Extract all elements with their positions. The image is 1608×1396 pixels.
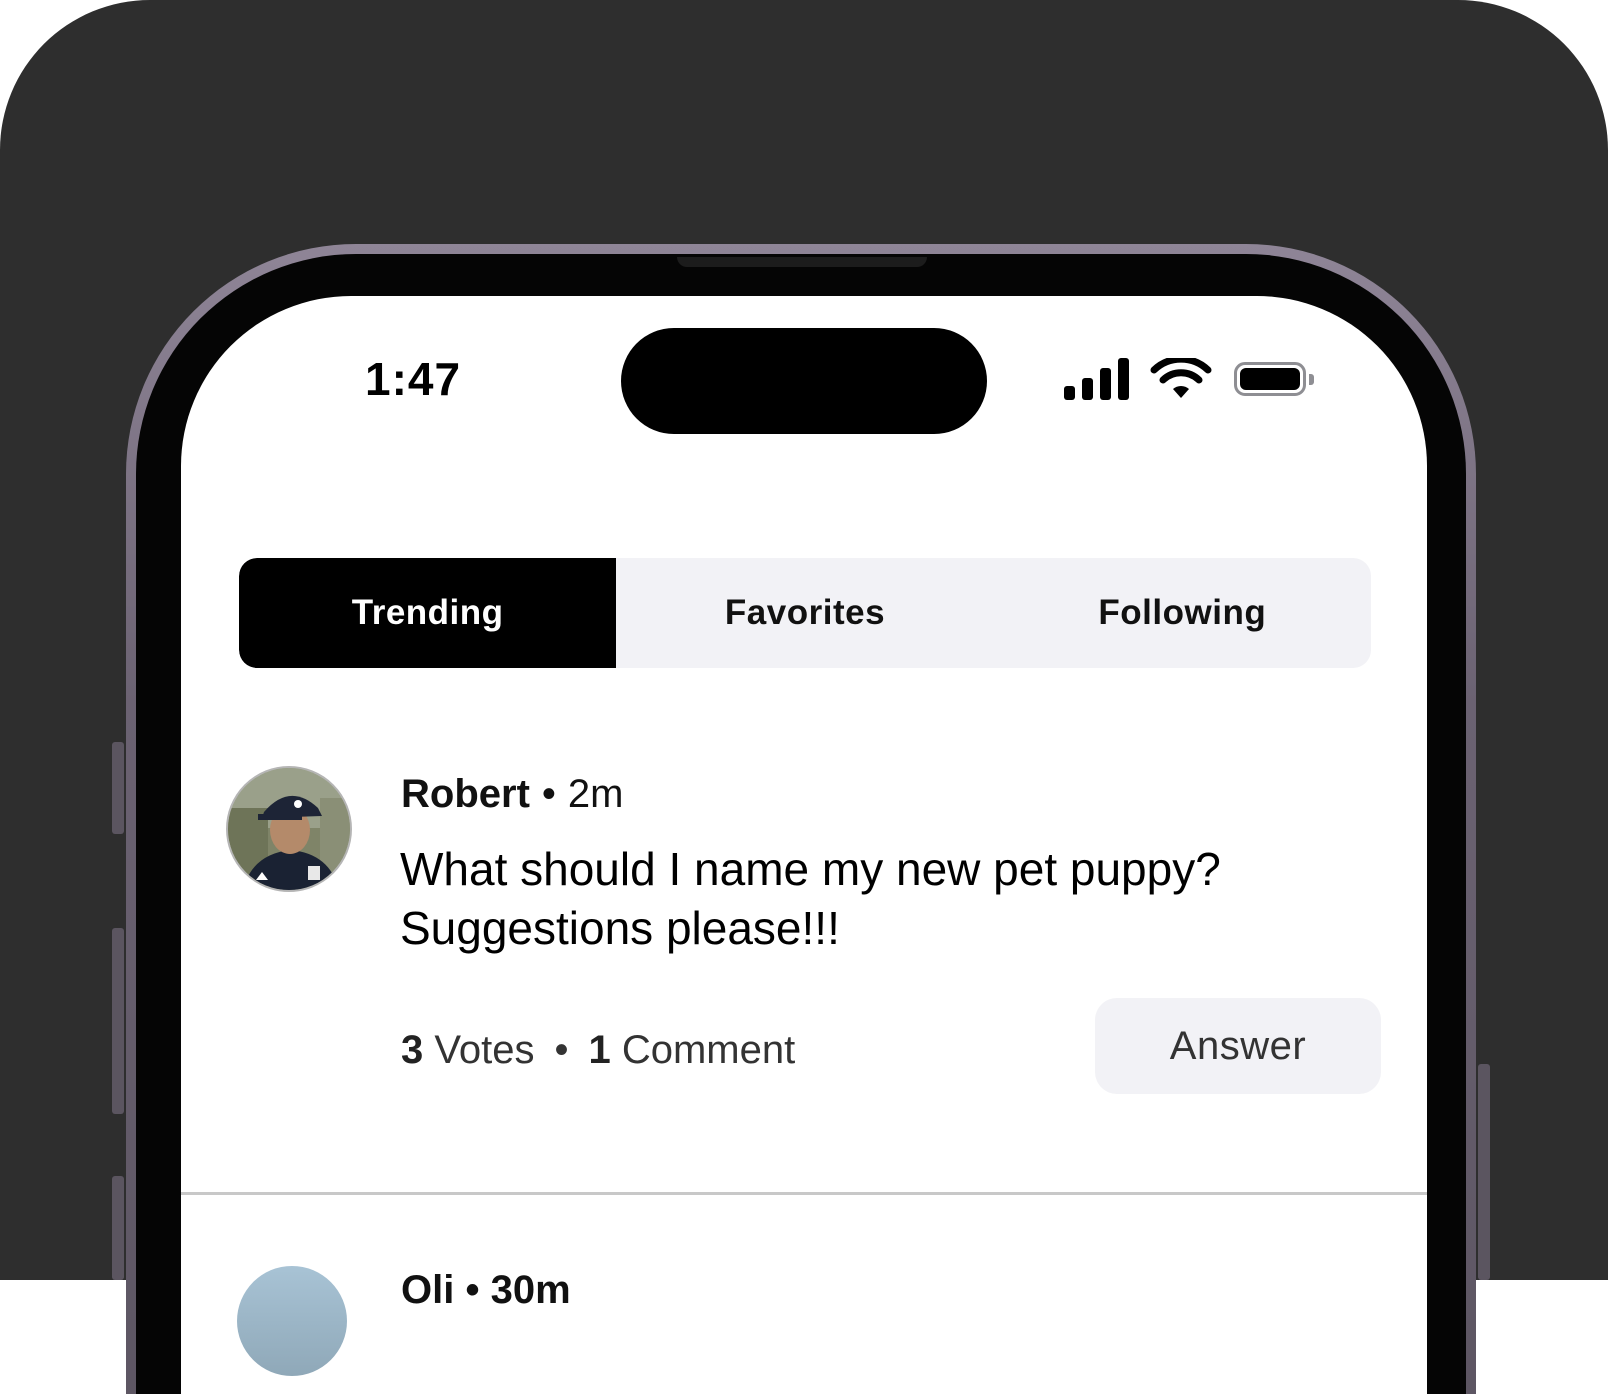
cellular-signal-icon <box>1064 356 1132 402</box>
tab-trending[interactable]: Trending <box>239 558 617 668</box>
volume-down-button <box>112 1176 124 1280</box>
tab-favorites[interactable]: Favorites <box>616 558 993 668</box>
stats-separator: • <box>554 1028 569 1072</box>
post-author[interactable]: Oli <box>401 1268 454 1312</box>
battery-fill <box>1240 368 1300 390</box>
post-stats: 3 Votes • 1 Comment <box>401 1028 795 1073</box>
power-button <box>1478 1064 1490 1280</box>
votes-label: Votes <box>434 1028 535 1072</box>
status-time: 1:47 <box>365 353 462 405</box>
post-header: Robert • 2m <box>401 772 623 817</box>
battery-nub <box>1309 374 1314 385</box>
post-time: 2m <box>567 772 624 816</box>
wifi-icon <box>1150 358 1212 398</box>
comments-count: 1 <box>588 1028 611 1072</box>
comments-label: Comment <box>621 1028 796 1072</box>
action-button <box>112 742 124 834</box>
avatar-photo <box>228 768 350 890</box>
dynamic-island <box>621 328 987 434</box>
post-header: Oli • 30m <box>401 1268 571 1313</box>
post-card: Robert • 2m What should I name my new pet … <box>181 766 1427 1186</box>
header-separator: • <box>465 1268 480 1312</box>
votes-count: 3 <box>401 1028 424 1072</box>
header-separator: • <box>541 772 556 816</box>
comments-link[interactable]: 1 Comment <box>588 1028 795 1072</box>
avatar[interactable] <box>237 1266 347 1376</box>
phone-screen: 1:47 Trending Favorites Following Robert… <box>181 296 1427 1396</box>
post-divider <box>181 1192 1427 1195</box>
avatar[interactable] <box>226 766 352 892</box>
post-author[interactable]: Robert <box>401 772 530 816</box>
votes-link[interactable]: 3 Votes <box>401 1028 534 1072</box>
post-time: 30m <box>490 1268 571 1312</box>
battery-icon <box>1234 362 1314 396</box>
feed-tabs: Trending Favorites Following <box>239 558 1371 668</box>
earpiece-speaker <box>677 257 927 267</box>
post-text[interactable]: What should I name my new pet puppy? Sug… <box>400 840 1300 958</box>
volume-up-button <box>112 928 124 1114</box>
answer-button[interactable]: Answer <box>1095 998 1381 1094</box>
tab-following[interactable]: Following <box>994 558 1371 668</box>
